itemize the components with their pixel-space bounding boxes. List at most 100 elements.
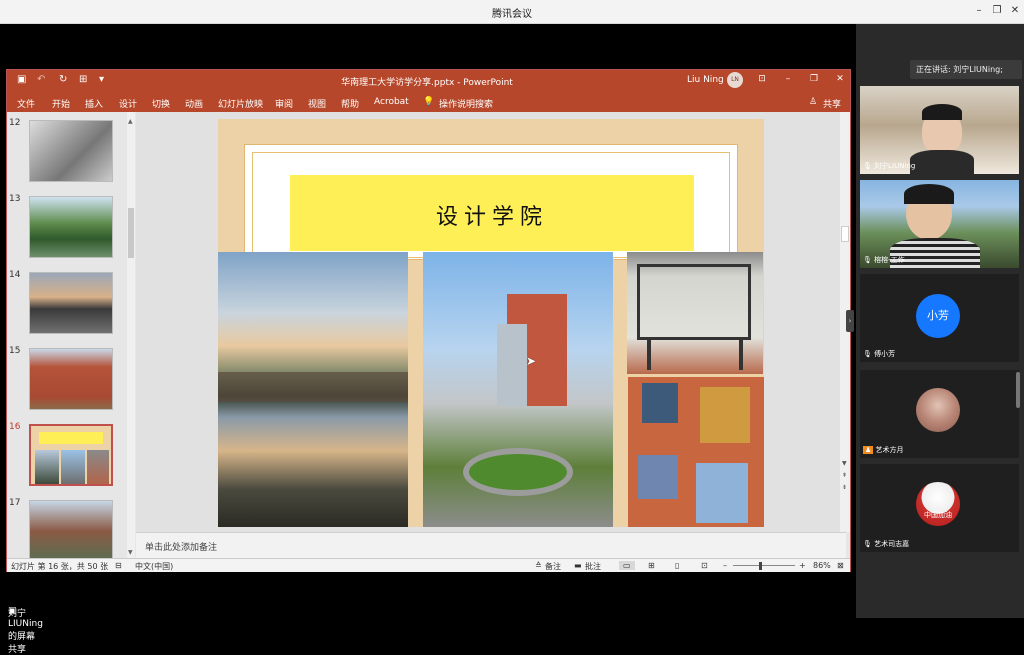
restore-icon[interactable]: ❐ [990, 5, 1004, 16]
share-person-icon[interactable]: ♙ [809, 97, 817, 107]
slide-thumb-16[interactable] [29, 424, 113, 486]
thumb-number: 13 [9, 194, 21, 204]
thumb-number: 12 [9, 118, 21, 128]
photo-artworks-wall[interactable] [628, 377, 764, 527]
window-titlebar: 腾讯会议 – ❐ ✕ [0, 0, 1024, 24]
participant-tile[interactable]: 🎙 刘宁LIUNing [860, 86, 1019, 174]
speaking-indicator: 正在讲话: 刘宁LIUNing; [910, 60, 1022, 79]
zoom-in-icon[interactable]: + [799, 561, 806, 570]
slide-editor: 设计学院 [136, 112, 846, 532]
language-indicator[interactable]: 中文(中国) [135, 561, 173, 572]
ppt-restore-icon[interactable]: ❐ [807, 74, 821, 84]
thumb-number: 17 [9, 498, 21, 508]
mic-muted-icon: 🎙 [863, 350, 872, 358]
slide-counter: 幻灯片 第 16 张，共 50 张 [11, 562, 109, 571]
participant-name: 🎙 艺术司志嘉 [863, 540, 910, 548]
accessibility-icon[interactable]: ⊟ [115, 561, 122, 570]
reading-view-icon[interactable]: ▯ [675, 561, 679, 570]
status-bar: 幻灯片 第 16 张，共 50 张 ⊟ 中文(中国) ≙ 备注 ▬ 批注 ▭ ⊞… [7, 558, 850, 572]
qat-dropdown-icon[interactable]: ▾ [99, 74, 104, 85]
save-icon[interactable]: ▣ [17, 74, 26, 85]
menu-slideshow[interactable]: 幻灯片放映 [218, 97, 263, 110]
lightbulb-icon: 💡 [423, 97, 435, 107]
collapse-sidebar-icon[interactable]: › [846, 310, 854, 332]
slide-thumbnails: 12 13 14 15 16 17 [7, 112, 133, 558]
menu-home[interactable]: 开始 [52, 97, 70, 110]
participant-tile[interactable]: 🎙 榕榕-工作 [860, 180, 1019, 268]
host-badge-icon: ♟ [863, 446, 874, 454]
notes-button[interactable]: 备注 [545, 561, 561, 572]
menu-insert[interactable]: 插入 [85, 97, 103, 110]
ribbon-display-icon[interactable]: ⊡ [755, 74, 769, 84]
menu-animations[interactable]: 动画 [185, 97, 203, 110]
user-name[interactable]: Liu Ning [687, 75, 724, 85]
menu-review[interactable]: 审阅 [275, 97, 293, 110]
menu-file[interactable]: 文件 [17, 97, 35, 110]
participant-name: 🎙 傅小芳 [863, 350, 896, 358]
participant-tile[interactable]: ♟ 艺术方月 [860, 370, 1019, 458]
thumbnail-scrollbar[interactable]: ▲ ▼ [127, 112, 135, 558]
menu-help[interactable]: 帮助 [341, 97, 359, 110]
powerpoint-window: ▣ ↶ ↻ ⊞ ▾ 华南理工大学访学分享.pptx - PowerPoint L… [6, 69, 851, 572]
slide-title: 设计学院 [435, 205, 548, 230]
menu-view[interactable]: 视图 [308, 97, 326, 110]
speaking-text: 正在讲话: 刘宁LIUNing; [916, 65, 1003, 74]
ppt-title: 华南理工大学访学分享.pptx - PowerPoint [341, 78, 513, 88]
participant-avatar: 中国加油 [916, 482, 960, 526]
participant-tile[interactable]: 中国加油 🎙 艺术司志嘉 [860, 464, 1019, 552]
notes-placeholder: 单击此处添加备注 [145, 543, 218, 553]
notes-pane[interactable]: 单击此处添加备注 [136, 532, 846, 558]
participant-tile[interactable]: 小芳 🎙 傅小芳 [860, 274, 1019, 362]
participant-avatar: 小芳 [916, 294, 960, 338]
zoom-slider-thumb[interactable] [759, 562, 762, 570]
slideshow-view-icon[interactable]: ⊡ [701, 561, 708, 570]
start-slideshow-icon[interactable]: ⊞ [79, 74, 87, 85]
menu-acrobat[interactable]: Acrobat [374, 97, 409, 107]
title-banner[interactable]: 设计学院 [290, 175, 694, 251]
close-icon[interactable]: ✕ [1008, 5, 1022, 16]
zoom-out-icon[interactable]: – [723, 561, 727, 570]
window-title: 腾讯会议 [492, 9, 532, 20]
slide-thumb-17[interactable] [29, 500, 113, 558]
current-slide[interactable]: 设计学院 [218, 119, 764, 527]
participant-avatar [916, 388, 960, 432]
comments-icon: ▬ [574, 561, 582, 570]
menu-tell-me[interactable]: 操作说明搜索 [439, 97, 493, 110]
zoom-slider[interactable] [733, 565, 795, 566]
ppt-menu: 文件 开始 插入 设计 切换 动画 幻灯片放映 审阅 视图 帮助 Acrobat… [7, 95, 850, 112]
notes-icon: ≙ [535, 561, 542, 570]
slide-sorter-icon[interactable]: ⊞ [648, 561, 655, 570]
mic-icon: 🎙 [863, 256, 872, 264]
thumb-number: 14 [9, 270, 21, 280]
thumb-number: 15 [9, 346, 21, 356]
redo-icon[interactable]: ↻ [59, 74, 67, 85]
menu-design[interactable]: 设计 [119, 97, 137, 110]
slide-thumb-14[interactable] [29, 272, 113, 334]
zoom-level[interactable]: 86% [813, 561, 831, 570]
photo-design-building[interactable] [423, 252, 613, 527]
share-button[interactable]: 共享 [823, 97, 841, 110]
mic-icon: 🎙 [863, 540, 872, 548]
ppt-close-icon[interactable]: ✕ [833, 74, 847, 84]
mic-icon: 🎙 [863, 162, 872, 170]
comments-button[interactable]: 批注 [585, 561, 601, 572]
mouse-cursor-icon: ➤ [526, 354, 537, 368]
slide-thumb-12[interactable] [29, 120, 113, 182]
normal-view-icon[interactable]: ▭ [619, 561, 635, 570]
slide-thumb-13[interactable] [29, 196, 113, 258]
minimize-icon[interactable]: – [972, 5, 986, 16]
undo-icon[interactable]: ↶ [37, 74, 45, 85]
sidebar-scrollbar[interactable] [1016, 372, 1020, 408]
user-avatar[interactable]: LN [727, 72, 743, 88]
participant-name: 🎙 刘宁LIUNing [863, 162, 916, 170]
slide-thumb-15[interactable] [29, 348, 113, 410]
share-caption-bar: ▣ 刘宁LIUNing的屏幕共享 [0, 600, 856, 655]
photo-glass-panel[interactable] [627, 252, 763, 374]
menu-transitions[interactable]: 切换 [152, 97, 170, 110]
ppt-minimize-icon[interactable]: – [781, 74, 795, 84]
participant-name: 🎙 榕榕-工作 [863, 256, 905, 264]
ppt-ribbon: ▣ ↶ ↻ ⊞ ▾ 华南理工大学访学分享.pptx - PowerPoint L… [7, 70, 850, 112]
photo-pond-reflection[interactable] [218, 252, 408, 527]
fit-slide-icon[interactable]: ⊠ [837, 561, 844, 570]
participant-name: ♟ 艺术方月 [863, 446, 904, 454]
